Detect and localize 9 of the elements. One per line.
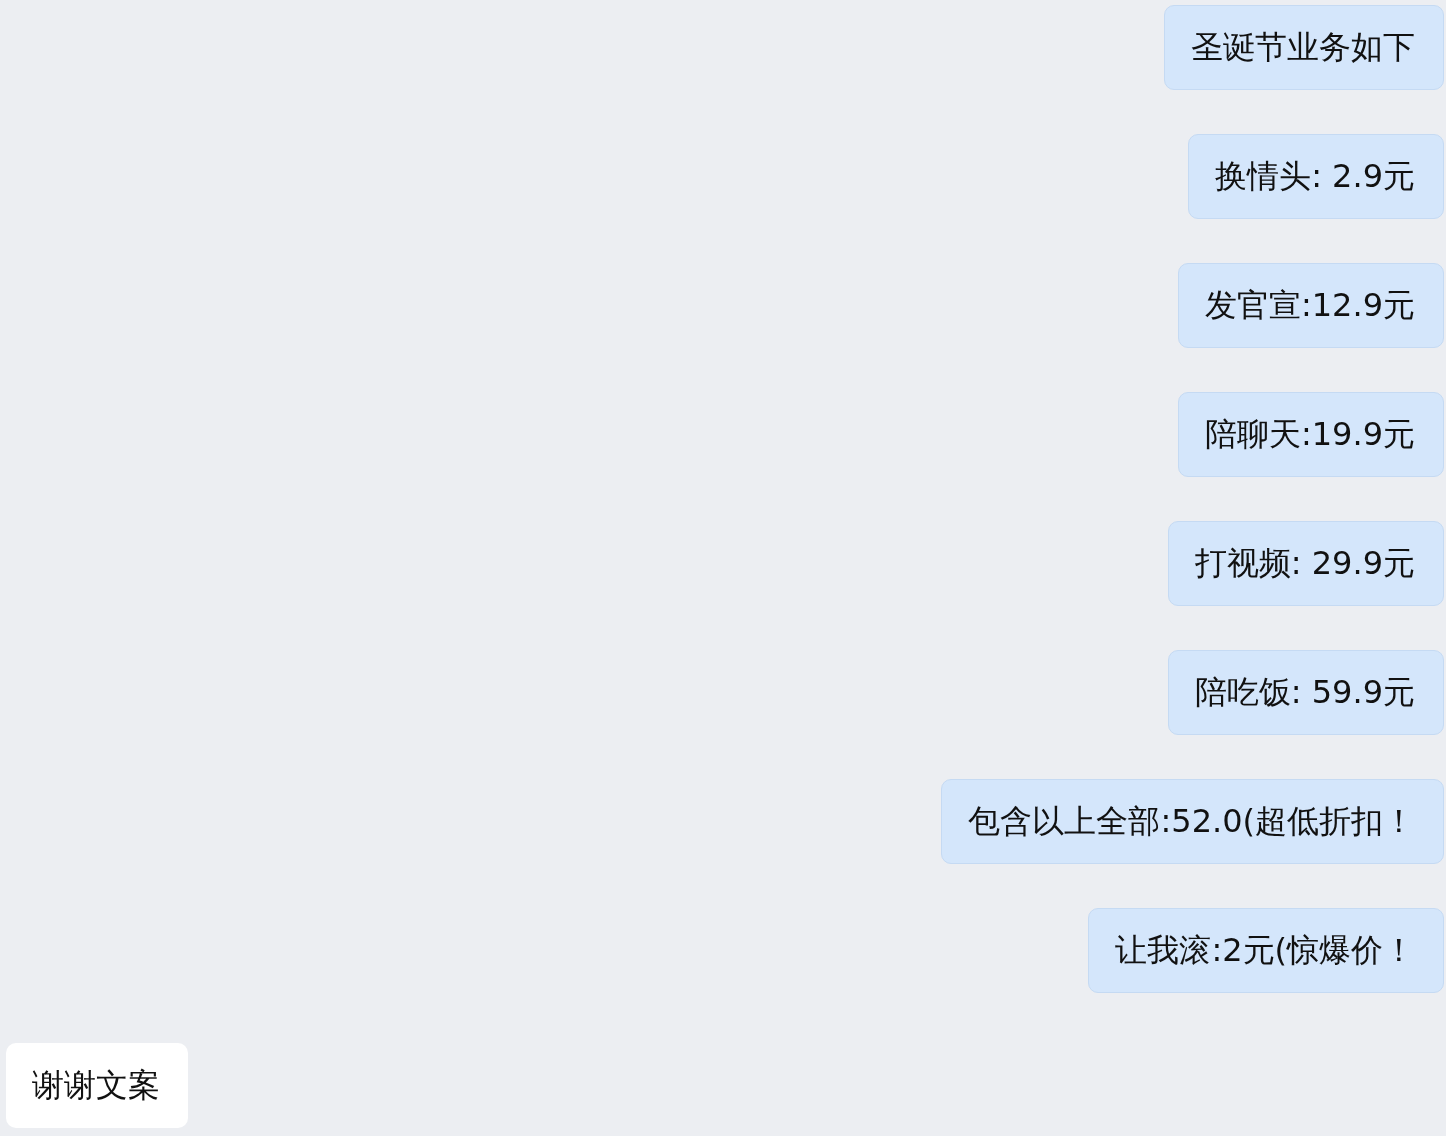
sent-message-bubble: 换情头: 2.9元 [1188, 134, 1444, 219]
sent-message-bubble: 包含以上全部:52.0(超低折扣！ [941, 779, 1444, 864]
sent-message-bubble: 发官宣:12.9元 [1177, 263, 1444, 348]
received-message-bubble: 谢谢文案 [6, 1043, 188, 1128]
sent-message-bubble: 打视频: 29.9元 [1167, 521, 1444, 606]
sent-message-bubble: 圣诞节业务如下 [1164, 5, 1444, 90]
sent-message-bubble: 陪聊天:19.9元 [1177, 392, 1444, 477]
sent-message-bubble: 让我滚:2元(惊爆价！ [1088, 908, 1444, 993]
sent-message-bubble: 陪吃饭: 59.9元 [1167, 650, 1444, 735]
